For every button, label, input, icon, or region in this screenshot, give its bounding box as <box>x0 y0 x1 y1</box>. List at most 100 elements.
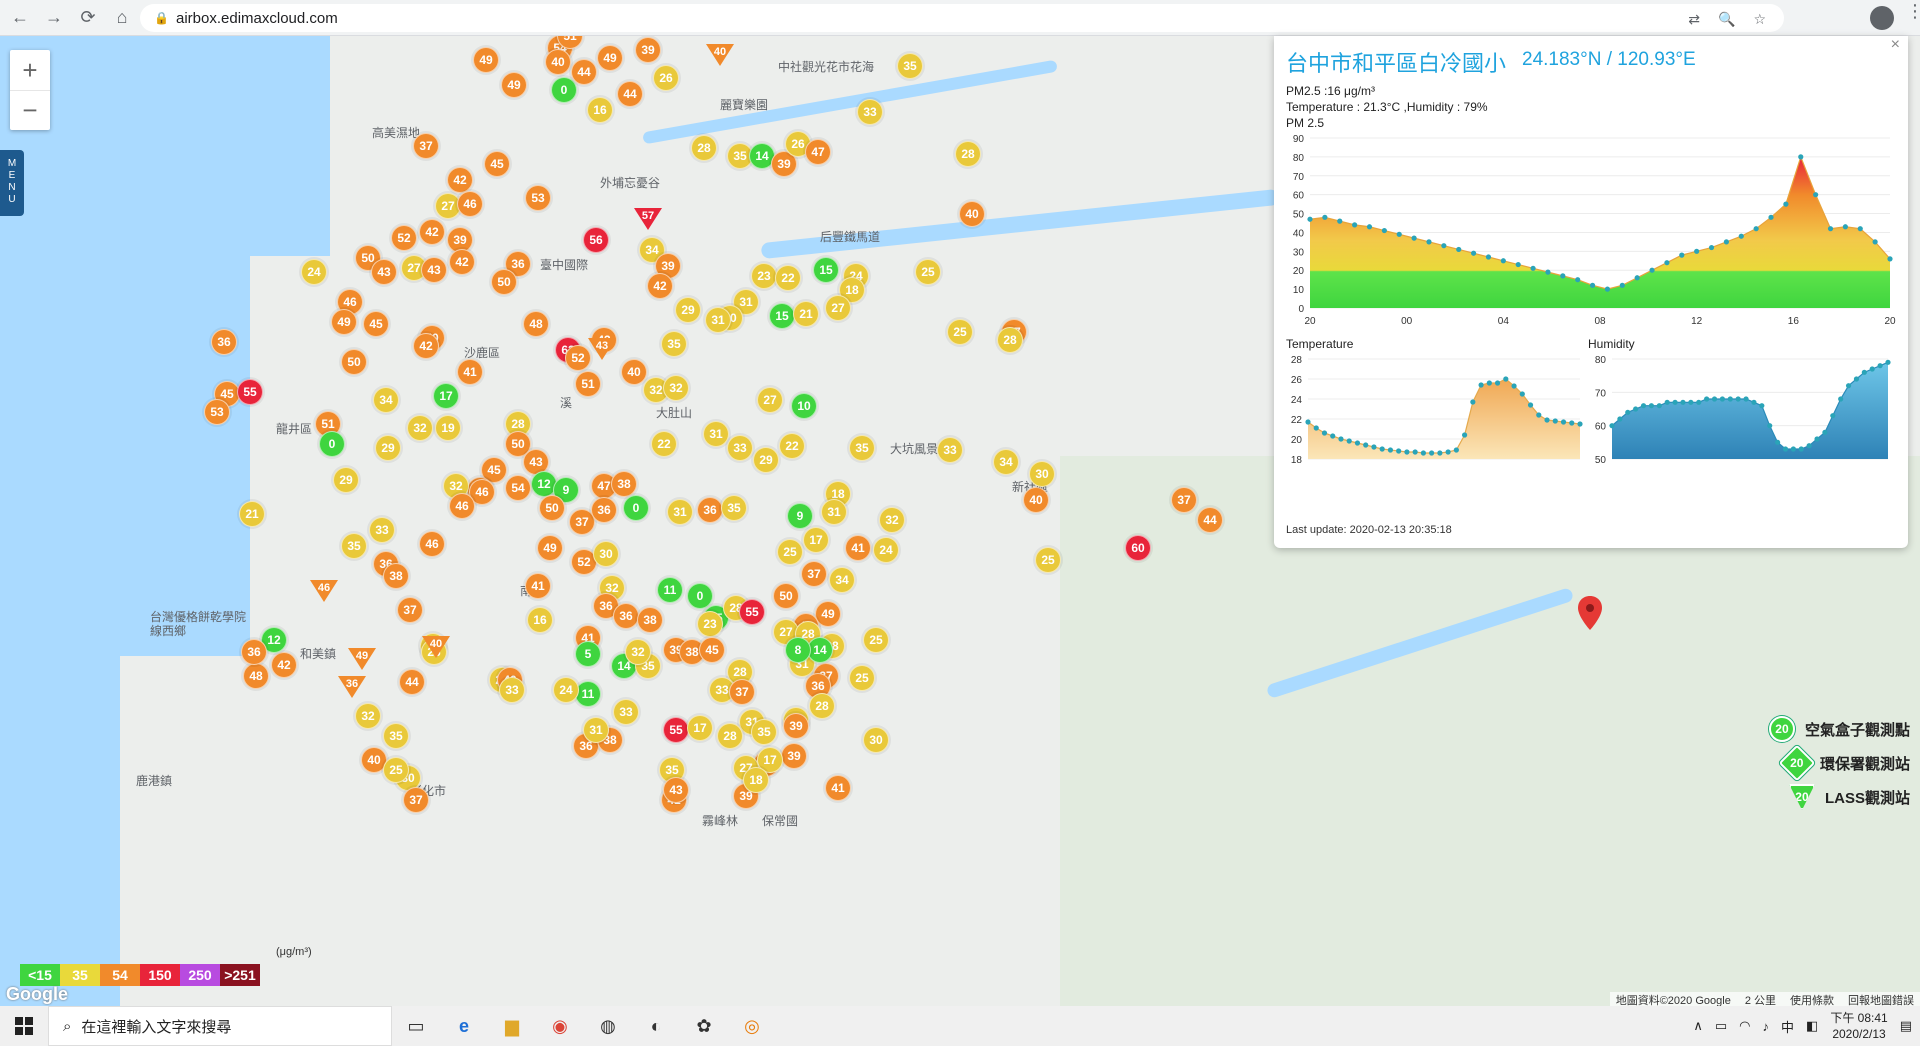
station-marker[interactable]: 27 <box>757 387 783 413</box>
station-marker[interactable]: 0 <box>319 431 345 457</box>
station-marker[interactable]: 11 <box>575 681 601 707</box>
station-marker[interactable]: 50 <box>539 495 565 521</box>
station-marker[interactable]: 40 <box>621 359 647 385</box>
station-marker[interactable]: 46 <box>449 493 475 519</box>
app-icon[interactable]: ✿ <box>680 1006 728 1046</box>
station-marker[interactable]: 30 <box>1029 461 1055 487</box>
station-marker[interactable]: 50 <box>341 349 367 375</box>
station-marker[interactable]: 19 <box>435 415 461 441</box>
station-marker[interactable]: 49 <box>815 601 841 627</box>
taskbar-search[interactable]: ⌕ 在這裡輸入文字來搜尋 <box>48 1006 392 1046</box>
station-marker[interactable]: 46 <box>457 191 483 217</box>
station-marker[interactable]: 25 <box>777 539 803 565</box>
station-marker[interactable]: 24 <box>553 677 579 703</box>
station-marker[interactable]: 25 <box>947 319 973 345</box>
tray-chevron-icon[interactable]: ∧ <box>1693 1018 1703 1034</box>
station-marker[interactable]: 55 <box>237 379 263 405</box>
task-view-icon[interactable]: ▭ <box>392 1006 440 1046</box>
station-marker[interactable]: 29 <box>375 435 401 461</box>
menu-tab[interactable]: M E N U <box>0 150 24 216</box>
station-marker[interactable]: 45 <box>699 637 725 663</box>
station-marker[interactable]: 38 <box>611 471 637 497</box>
chrome-icon[interactable]: ◉ <box>536 1006 584 1046</box>
station-marker[interactable]: 5 <box>575 641 601 667</box>
address-bar[interactable]: 🔒 airbox.edimaxcloud.com ⇄ 🔍 ☆ <box>140 4 1784 32</box>
station-marker[interactable]: 42 <box>449 249 475 275</box>
station-marker[interactable]: 28 <box>997 327 1023 353</box>
station-marker[interactable]: 0 <box>551 77 577 103</box>
station-marker[interactable]: 35 <box>849 435 875 461</box>
station-marker[interactable]: 29 <box>675 297 701 323</box>
station-marker[interactable]: 26 <box>653 65 679 91</box>
station-marker[interactable]: 42 <box>271 652 297 678</box>
station-marker[interactable]: 35 <box>661 331 687 357</box>
station-marker[interactable]: 22 <box>779 433 805 459</box>
input-mode-icon[interactable]: ◧ <box>1806 1018 1818 1034</box>
lass-marker[interactable]: 49 <box>348 648 376 670</box>
station-marker[interactable]: 32 <box>879 507 905 533</box>
station-marker[interactable]: 17 <box>687 715 713 741</box>
station-marker[interactable]: 36 <box>211 329 237 355</box>
station-marker[interactable]: 56 <box>583 227 609 253</box>
station-marker[interactable]: 40 <box>959 201 985 227</box>
station-marker[interactable]: 22 <box>651 431 677 457</box>
ime-indicator[interactable]: 中 <box>1781 1017 1794 1036</box>
station-marker[interactable]: 31 <box>705 307 731 333</box>
station-marker[interactable]: 17 <box>803 527 829 553</box>
station-marker[interactable]: 36 <box>241 639 267 665</box>
zoom-icon[interactable]: 🔍 <box>1718 11 1735 28</box>
station-marker[interactable]: 37 <box>403 787 429 813</box>
profile-avatar-icon[interactable] <box>1870 6 1894 30</box>
station-marker[interactable]: 44 <box>1197 507 1223 533</box>
station-marker[interactable]: 33 <box>499 677 525 703</box>
report-error-link[interactable]: 回報地圖錯誤 <box>1848 992 1914 1006</box>
station-marker[interactable]: 8 <box>785 637 811 663</box>
station-marker[interactable]: 16 <box>587 97 613 123</box>
station-marker[interactable]: 31 <box>583 717 609 743</box>
station-marker[interactable]: 35 <box>897 53 923 79</box>
station-marker[interactable]: 25 <box>383 757 409 783</box>
station-marker[interactable]: 37 <box>397 597 423 623</box>
home-icon[interactable]: ⌂ <box>108 4 136 32</box>
station-marker[interactable]: 15 <box>813 257 839 283</box>
station-marker[interactable]: 44 <box>571 59 597 85</box>
volume-icon[interactable]: ♪ <box>1763 1019 1770 1034</box>
network-icon[interactable]: ◠ <box>1739 1018 1750 1034</box>
station-marker[interactable]: 24 <box>301 259 327 285</box>
clock[interactable]: 下午 08:41 2020/2/13 <box>1830 1010 1887 1042</box>
station-marker[interactable]: 37 <box>801 561 827 587</box>
station-marker[interactable]: 25 <box>915 259 941 285</box>
station-marker[interactable]: 46 <box>419 531 445 557</box>
station-marker[interactable]: 37 <box>1171 487 1197 513</box>
bookmark-star-icon[interactable]: ☆ <box>1753 11 1766 28</box>
station-marker[interactable]: 18 <box>743 767 769 793</box>
station-marker[interactable]: 40 <box>1023 487 1049 513</box>
zoom-in-button[interactable]: + <box>10 50 50 90</box>
station-marker[interactable]: 36 <box>697 497 723 523</box>
station-marker[interactable]: 22 <box>775 265 801 291</box>
station-marker[interactable]: 50 <box>773 583 799 609</box>
lass-marker[interactable]: 57 <box>634 208 662 230</box>
lass-marker[interactable]: 40 <box>422 636 450 658</box>
station-marker[interactable]: 38 <box>383 563 409 589</box>
forward-icon[interactable]: → <box>40 4 68 32</box>
station-marker[interactable]: 25 <box>863 627 889 653</box>
station-marker[interactable]: 16 <box>527 607 553 633</box>
station-marker[interactable]: 23 <box>697 611 723 637</box>
station-marker[interactable]: 40 <box>545 49 571 75</box>
station-marker[interactable]: 24 <box>873 537 899 563</box>
station-marker[interactable]: 45 <box>484 151 510 177</box>
app-icon[interactable]: ◍ <box>584 1006 632 1046</box>
station-marker[interactable]: 0 <box>687 583 713 609</box>
station-marker[interactable]: 34 <box>829 567 855 593</box>
station-marker[interactable]: 36 <box>591 497 617 523</box>
station-marker[interactable]: 42 <box>419 219 445 245</box>
station-marker[interactable]: 32 <box>663 375 689 401</box>
station-marker[interactable]: 39 <box>635 37 661 63</box>
blender-icon[interactable]: ◎ <box>728 1006 776 1046</box>
battery-icon[interactable]: ▭ <box>1715 1018 1727 1034</box>
station-marker[interactable]: 30 <box>863 727 889 753</box>
station-marker[interactable]: 52 <box>391 225 417 251</box>
station-marker[interactable]: 45 <box>363 311 389 337</box>
station-marker[interactable]: 28 <box>717 723 743 749</box>
